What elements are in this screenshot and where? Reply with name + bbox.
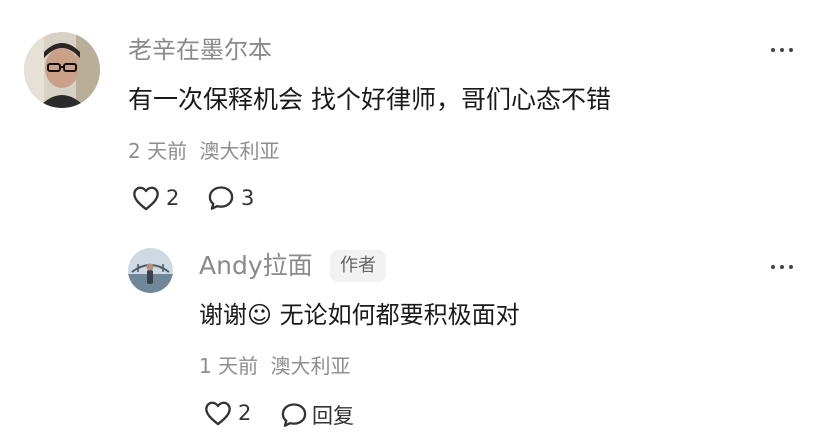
reply-text: 谢谢☺ 无论如何都要积极面对 xyxy=(199,301,520,329)
reply-like-button[interactable]: 2 xyxy=(204,400,251,426)
comment-meta: 2 天前 澳大利亚 xyxy=(128,137,279,165)
reply-more-dots-icon[interactable] xyxy=(771,265,793,269)
reply-like-count: 2 xyxy=(238,401,252,425)
comment-author[interactable]: 老辛在墨尔本 xyxy=(128,34,272,66)
comment-button[interactable]: 3 xyxy=(207,185,254,211)
more-dots-icon[interactable] xyxy=(771,48,793,52)
speech-bubble-icon xyxy=(208,186,234,210)
speech-bubble-icon xyxy=(281,403,307,427)
heart-outline-icon xyxy=(205,401,231,426)
comment-time: 2 天前 xyxy=(128,139,188,163)
reply-button-label: 回复 xyxy=(312,404,354,428)
like-button[interactable]: 2 xyxy=(132,185,179,211)
reply-meta: 1 天前 澳大利亚 xyxy=(199,352,350,380)
reply-author[interactable]: Andy拉面 xyxy=(199,250,313,282)
reply-button[interactable]: 回复 xyxy=(280,400,354,430)
author-badge: 作者 xyxy=(330,250,386,282)
comment-location: 澳大利亚 xyxy=(199,139,280,163)
reply-count: 3 xyxy=(241,186,255,210)
avatar[interactable] xyxy=(24,32,100,108)
reply-avatar[interactable] xyxy=(128,248,173,293)
reply-time: 1 天前 xyxy=(199,354,259,378)
reply-location: 澳大利亚 xyxy=(270,354,351,378)
like-count: 2 xyxy=(166,186,180,210)
comment-text: 有一次保释机会 找个好律师，哥们心态不错 xyxy=(128,85,611,114)
heart-outline-icon xyxy=(133,186,159,211)
